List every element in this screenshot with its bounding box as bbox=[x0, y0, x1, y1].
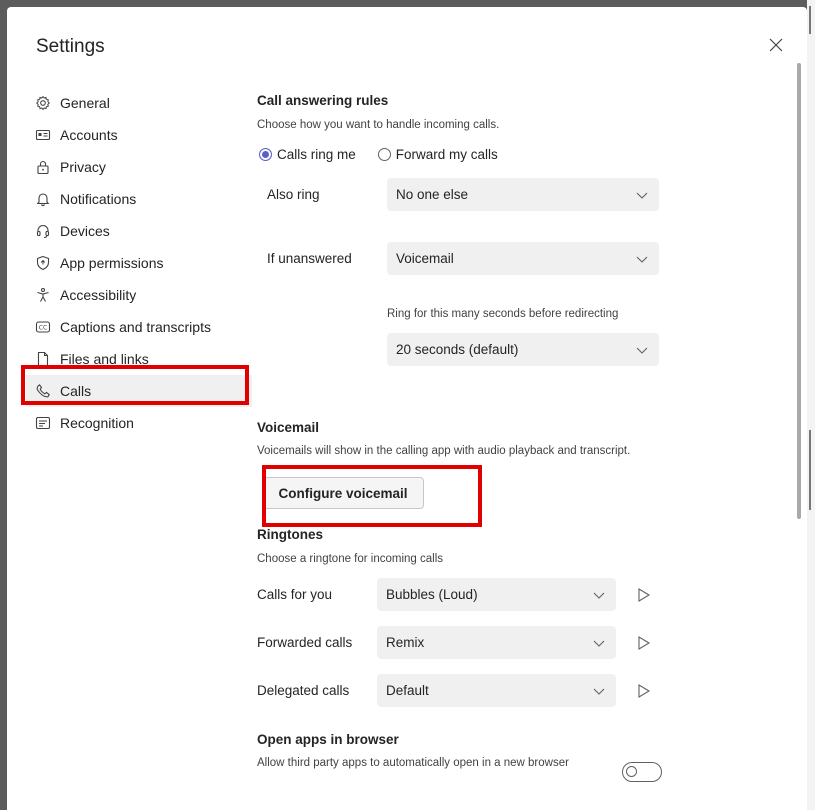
sidebar-item-label: Captions and transcripts bbox=[60, 319, 211, 335]
sidebar-item-notifications[interactable]: Notifications bbox=[26, 183, 252, 215]
sidebar-item-files-links[interactable]: Files and links bbox=[26, 343, 252, 375]
sidebar-item-label: Files and links bbox=[60, 351, 149, 367]
ringtone-row-label: Calls for you bbox=[257, 587, 333, 602]
radio-forward-my-calls[interactable]: Forward my calls bbox=[377, 147, 498, 162]
select-value: Default bbox=[386, 683, 429, 698]
headset-icon bbox=[35, 223, 51, 239]
ring-seconds-label: Ring for this many seconds before redire… bbox=[387, 308, 619, 320]
svg-text:CC: CC bbox=[39, 325, 47, 332]
ringtones-description: Choose a ringtone for incoming calls bbox=[257, 553, 444, 565]
voicemail-title: Voicemail bbox=[257, 420, 320, 435]
radio-selected-indicator bbox=[259, 148, 272, 161]
sidebar-item-label: Calls bbox=[60, 383, 92, 399]
configure-voicemail-button[interactable]: Configure voicemail bbox=[262, 477, 424, 509]
sidebar-item-accessibility[interactable]: Accessibility bbox=[26, 279, 252, 311]
select-value: Voicemail bbox=[396, 251, 454, 266]
backdrop-mark bbox=[809, 430, 811, 510]
sidebar-item-devices[interactable]: Devices bbox=[26, 215, 252, 247]
phone-icon bbox=[35, 383, 51, 399]
also-ring-select[interactable]: No one else bbox=[387, 178, 659, 211]
settings-dialog: Settings General Accounts Privacy Notifi… bbox=[7, 7, 807, 810]
gear-icon bbox=[35, 95, 51, 111]
radio-calls-ring-me[interactable]: Calls ring me bbox=[259, 147, 356, 162]
call-answering-title: Call answering rules bbox=[257, 93, 389, 108]
sidebar-item-accounts[interactable]: Accounts bbox=[26, 119, 252, 151]
file-icon bbox=[35, 351, 51, 367]
sidebar-item-label: Accounts bbox=[60, 127, 118, 143]
open-apps-title: Open apps in browser bbox=[257, 732, 399, 747]
settings-nav: General Accounts Privacy Notifications D… bbox=[26, 87, 252, 439]
sidebar-item-general[interactable]: General bbox=[26, 87, 252, 119]
sidebar-item-label: Recognition bbox=[60, 415, 134, 431]
chevron-down-icon bbox=[636, 192, 648, 199]
ring-seconds-select[interactable]: 20 seconds (default) bbox=[387, 333, 659, 366]
select-value: Remix bbox=[386, 635, 425, 650]
sidebar-item-label: General bbox=[60, 95, 110, 111]
accessibility-icon bbox=[35, 287, 51, 303]
backdrop-strip bbox=[807, 0, 815, 810]
chevron-down-icon bbox=[636, 256, 648, 263]
dialog-title: Settings bbox=[36, 36, 105, 57]
sidebar-item-label: Devices bbox=[60, 223, 110, 239]
sidebar-item-captions[interactable]: CC Captions and transcripts bbox=[26, 311, 252, 343]
chevron-down-icon bbox=[593, 640, 605, 647]
chevron-down-icon bbox=[593, 688, 605, 695]
sidebar-item-privacy[interactable]: Privacy bbox=[26, 151, 252, 183]
sidebar-item-app-permissions[interactable]: App permissions bbox=[26, 247, 252, 279]
sidebar-item-recognition[interactable]: Recognition bbox=[26, 407, 252, 439]
open-apps-description: Allow third party apps to automatically … bbox=[257, 757, 569, 769]
chevron-down-icon bbox=[636, 347, 648, 354]
voicemail-description: Voicemails will show in the calling app … bbox=[257, 445, 631, 457]
lock-icon bbox=[35, 159, 51, 175]
backdrop-mark bbox=[809, 6, 811, 34]
toggle-knob bbox=[626, 766, 637, 777]
recognition-icon bbox=[35, 415, 51, 431]
select-value: No one else bbox=[396, 187, 469, 202]
calls-settings-panel: Call answering rules Choose how you want… bbox=[257, 7, 797, 810]
ringtone-row-label: Forwarded calls bbox=[257, 635, 353, 650]
ringtones-title: Ringtones bbox=[257, 527, 323, 542]
id-card-icon bbox=[35, 127, 51, 143]
play-icon[interactable] bbox=[636, 587, 652, 603]
sidebar-item-label: Privacy bbox=[60, 159, 106, 175]
chevron-down-icon bbox=[593, 592, 605, 599]
ringtone-row-label: Delegated calls bbox=[257, 683, 350, 698]
call-answering-description: Choose how you want to handle incoming c… bbox=[257, 119, 500, 131]
sidebar-item-label: Notifications bbox=[60, 191, 137, 207]
ringtone-delegated-calls-select[interactable]: Default bbox=[377, 674, 616, 707]
radio-label: Calls ring me bbox=[277, 147, 356, 162]
radio-indicator bbox=[377, 148, 391, 161]
sidebar-item-label: Accessibility bbox=[60, 287, 137, 303]
call-answering-radio-group: Calls ring me Forward my calls bbox=[259, 147, 520, 162]
also-ring-label: Also ring bbox=[267, 187, 320, 202]
sidebar-item-label: App permissions bbox=[60, 255, 164, 271]
cc-icon: CC bbox=[35, 319, 51, 335]
bell-icon bbox=[35, 191, 51, 207]
select-value: Bubbles (Loud) bbox=[386, 587, 478, 602]
ringtone-forwarded-calls-select[interactable]: Remix bbox=[377, 626, 616, 659]
if-unanswered-label: If unanswered bbox=[267, 251, 352, 266]
sidebar-item-calls[interactable]: Calls bbox=[26, 375, 252, 407]
if-unanswered-select[interactable]: Voicemail bbox=[387, 242, 659, 275]
radio-label: Forward my calls bbox=[395, 147, 498, 162]
play-icon[interactable] bbox=[636, 635, 652, 651]
select-value: 20 seconds (default) bbox=[396, 342, 519, 357]
play-icon[interactable] bbox=[636, 683, 652, 699]
open-apps-toggle[interactable] bbox=[622, 762, 662, 782]
ringtone-calls-for-you-select[interactable]: Bubbles (Loud) bbox=[377, 578, 616, 611]
shield-icon bbox=[35, 255, 51, 271]
scrollbar[interactable] bbox=[797, 63, 801, 519]
